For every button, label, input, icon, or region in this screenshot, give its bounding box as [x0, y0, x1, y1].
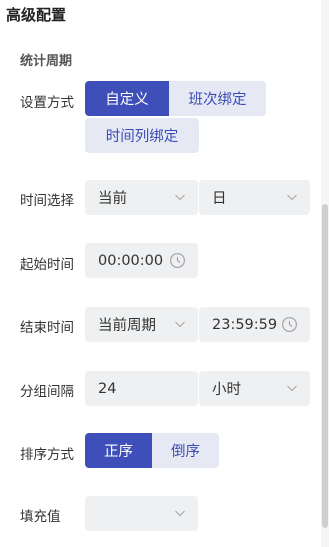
sort-asc-button[interactable]: 正序: [85, 433, 152, 468]
group-interval-unit-dropdown[interactable]: 小时: [199, 371, 310, 406]
group-interval-value: 24: [98, 380, 117, 397]
setting-mode-label: 设置方式: [20, 95, 74, 111]
chevron-down-icon: [287, 385, 297, 392]
group-interval-input[interactable]: 24: [85, 371, 198, 406]
time-select-label: 时间选择: [20, 193, 74, 209]
setting-mode-custom-button[interactable]: 自定义: [85, 81, 169, 116]
time-select-unit-dropdown[interactable]: 日: [199, 180, 310, 215]
page-title: 高级配置: [6, 6, 67, 24]
fill-value-dropdown[interactable]: [85, 496, 198, 531]
clock-icon: [281, 316, 298, 333]
start-time-label: 起始时间: [20, 257, 74, 273]
chevron-down-icon: [287, 194, 297, 201]
chevron-down-icon: [175, 194, 185, 201]
time-select-unit-value: 日: [212, 191, 227, 207]
chevron-down-icon: [175, 321, 185, 328]
setting-mode-shift-button[interactable]: 班次绑定: [169, 81, 266, 116]
scrollbar-thumb[interactable]: [322, 204, 328, 528]
sort-mode-label: 排序方式: [20, 447, 74, 463]
end-time-period-value: 当前周期: [98, 318, 156, 334]
group-interval-unit-value: 小时: [212, 382, 241, 398]
clock-icon: [169, 252, 186, 269]
end-time-label: 结束时间: [20, 320, 74, 336]
time-select-current-dropdown[interactable]: 当前: [85, 180, 198, 215]
end-time-picker[interactable]: 23:59:59: [199, 307, 310, 342]
setting-mode-timecol-button[interactable]: 时间列绑定: [85, 118, 199, 153]
sort-desc-button[interactable]: 倒序: [152, 433, 219, 468]
start-time-picker[interactable]: 00:00:00: [85, 243, 198, 278]
end-time-value: 23:59:59: [212, 316, 278, 333]
fill-value-label: 填充值: [20, 509, 61, 525]
start-time-value: 00:00:00: [98, 252, 164, 269]
section-title: 统计周期: [20, 54, 73, 69]
end-time-period-dropdown[interactable]: 当前周期: [85, 307, 198, 342]
group-interval-label: 分组间隔: [20, 384, 74, 400]
time-select-current-value: 当前: [98, 191, 127, 207]
chevron-down-icon: [175, 510, 185, 517]
